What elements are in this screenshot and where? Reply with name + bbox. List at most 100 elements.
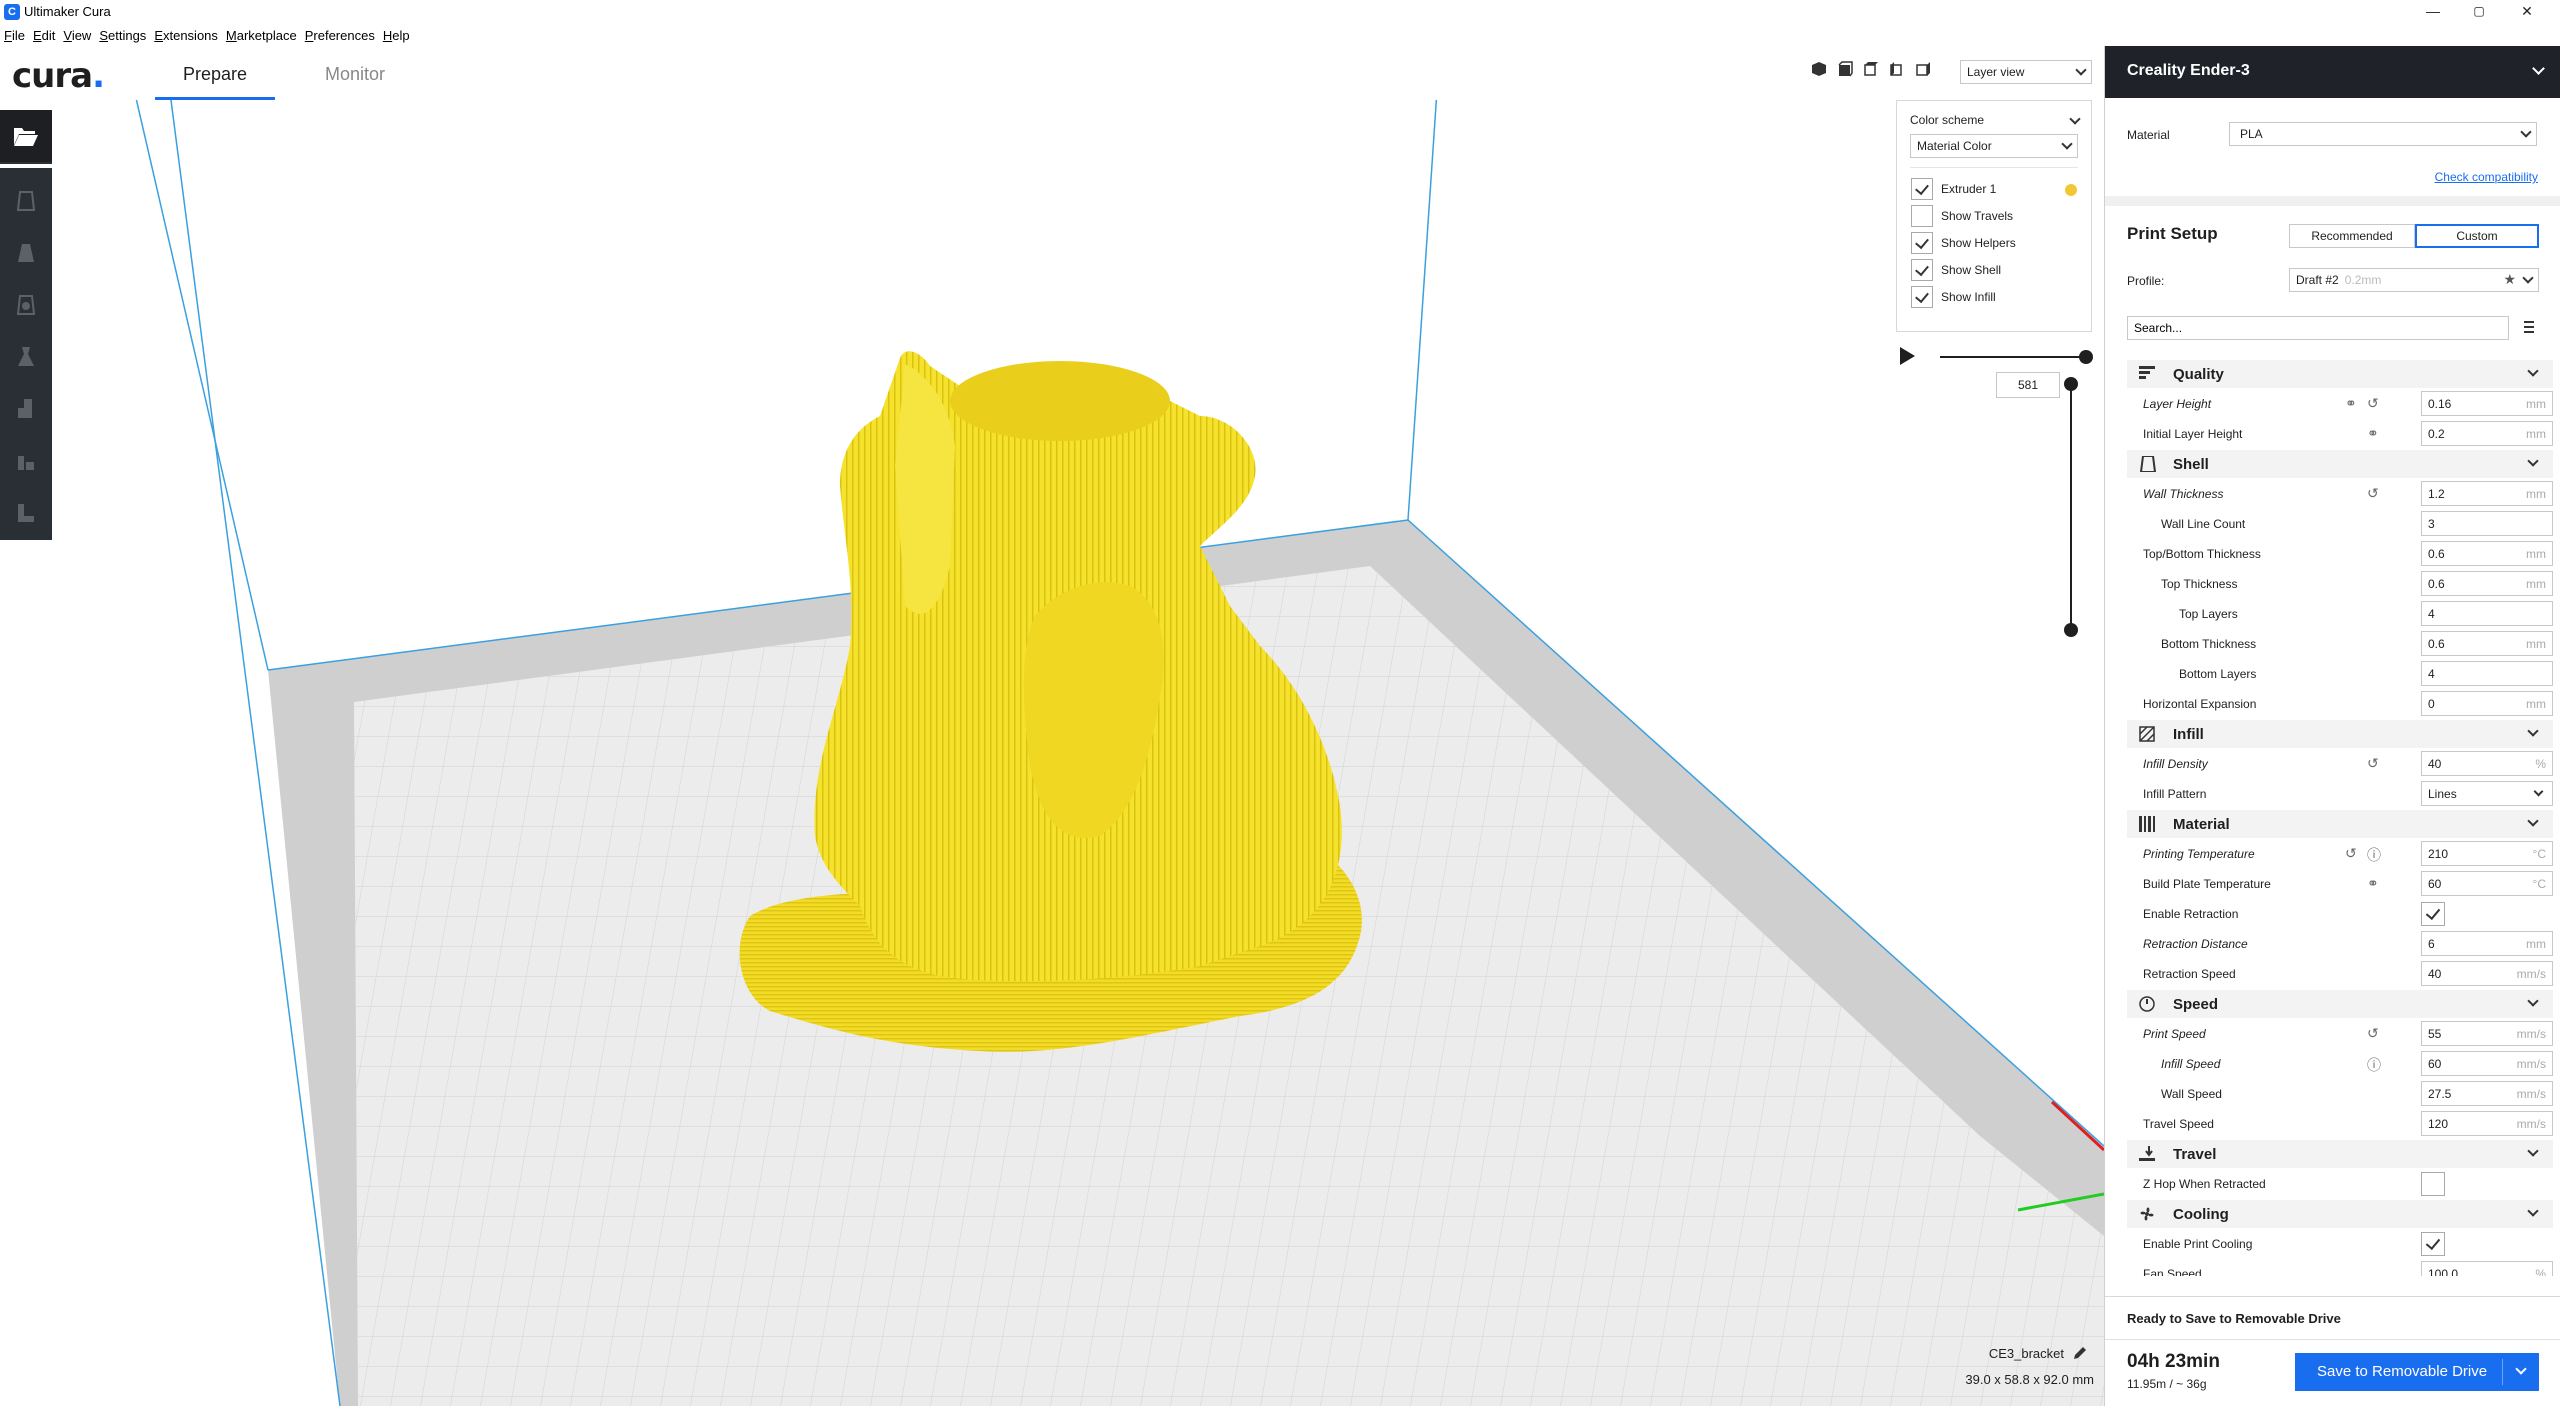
toolbar-divider (0, 164, 52, 168)
recommended-mode-button[interactable]: Recommended (2289, 224, 2415, 248)
category-travel[interactable]: Travel (2127, 1140, 2553, 1168)
mirror-tool-button[interactable] (0, 330, 52, 382)
menu-extensions[interactable]: Extensions (150, 24, 222, 47)
setting-input[interactable]: 4 (2421, 661, 2553, 686)
output-panel: Ready to Save to Removable Drive 04h 23m… (2105, 1296, 2560, 1406)
layer-number-input[interactable]: 581 (1996, 372, 2060, 398)
category-cooling[interactable]: Cooling (2127, 1200, 2553, 1228)
setting-input[interactable]: 3 (2421, 511, 2553, 536)
layer-slider-upper-handle[interactable] (2064, 377, 2078, 391)
category-speed[interactable]: Speed (2127, 990, 2553, 1018)
show-infill-toggle[interactable]: Show Infill (1911, 285, 2081, 309)
show-helpers-toggle[interactable]: Show Helpers (1911, 231, 2081, 255)
menu-preferences[interactable]: Preferences (301, 24, 379, 47)
menu-view[interactable]: View (59, 24, 95, 47)
setting-input[interactable]: 120 mm/s (2421, 1111, 2553, 1136)
rotate-tool-button[interactable] (0, 278, 52, 330)
checkbox[interactable] (1911, 286, 1933, 308)
left-view-button[interactable] (1888, 60, 1910, 82)
right-view-button[interactable] (1914, 60, 1936, 82)
setting-checkbox[interactable] (2421, 1172, 2445, 1196)
setting-checkbox[interactable] (2421, 1232, 2445, 1256)
profile-dropdown[interactable]: Draft #2 0.2mm ★ (2289, 268, 2539, 292)
menu-edit[interactable]: Edit (29, 24, 59, 47)
3d-view-button[interactable] (1810, 60, 1832, 82)
menu-settings[interactable]: Settings (95, 24, 150, 47)
reset-icon[interactable]: ↺ (2367, 755, 2379, 772)
setting-input[interactable]: 0 mm (2421, 691, 2553, 716)
front-view-button[interactable] (1836, 60, 1858, 82)
printer-selector[interactable]: Creality Ender-3 (2105, 46, 2560, 98)
top-view-button[interactable] (1862, 60, 1884, 82)
play-simulation-button[interactable] (1900, 347, 1915, 365)
check-compatibility-link[interactable]: Check compatibility (2435, 170, 2538, 184)
reset-icon[interactable]: ↺ (2367, 395, 2379, 412)
per-model-settings-button[interactable] (0, 382, 52, 434)
layer-tool-button[interactable] (0, 486, 52, 538)
setting-input[interactable]: 0.6 mm (2421, 541, 2553, 566)
show-travels-toggle[interactable]: Show Travels (1911, 204, 2081, 228)
tab-prepare[interactable]: Prepare (155, 60, 275, 100)
settings-search-input[interactable]: Search... (2127, 316, 2509, 340)
setting-input[interactable]: 0.16 mm (2421, 391, 2553, 416)
setting-input[interactable]: 1.2 mm (2421, 481, 2553, 506)
scale-tool-button[interactable] (0, 226, 52, 278)
setting-input[interactable]: 55 mm/s (2421, 1021, 2553, 1046)
view-type-dropdown[interactable]: Layer view (1960, 60, 2092, 84)
setting-input[interactable]: 60 mm/s (2421, 1051, 2553, 1076)
reset-icon[interactable]: ↺ (2367, 485, 2379, 502)
menu-marketplace[interactable]: Marketplace (222, 24, 301, 47)
setting-input[interactable]: 0.6 mm (2421, 571, 2553, 596)
collapse-chevron-icon[interactable] (2069, 113, 2081, 125)
reset-icon[interactable]: ↺ (2345, 845, 2357, 862)
edit-name-button[interactable] (2072, 1345, 2088, 1366)
custom-mode-button[interactable]: Custom (2415, 224, 2539, 248)
setting-input[interactable]: 210 °C (2421, 841, 2553, 866)
maximize-button[interactable]: ▢ (2456, 0, 2502, 24)
open-file-button[interactable] (0, 110, 52, 162)
settings-menu-icon[interactable] (2521, 321, 2537, 336)
chevron-down-icon[interactable] (2515, 1363, 2527, 1375)
move-tool-button[interactable] (0, 174, 52, 226)
checkbox[interactable] (1911, 205, 1933, 227)
category-shell[interactable]: Shell (2127, 450, 2553, 478)
layer-slider-lower-handle[interactable] (2064, 623, 2078, 637)
setting-input[interactable]: 100.0% (2421, 1261, 2553, 1276)
setting-dropdown[interactable]: Lines (2421, 781, 2553, 806)
path-slider-track[interactable] (1940, 356, 2086, 358)
print-time[interactable]: 04h 23min (2127, 1351, 2220, 1373)
close-button[interactable]: ✕ (2504, 0, 2550, 24)
layer-slider-track[interactable] (2070, 384, 2072, 630)
support-blocker-button[interactable] (0, 434, 52, 486)
setting-input[interactable]: 0.2 mm (2421, 421, 2553, 446)
save-to-removable-drive-button[interactable]: Save to Removable Drive (2295, 1353, 2539, 1391)
show-shell-toggle[interactable]: Show Shell (1911, 258, 2081, 282)
info-icon[interactable]: ⓘ (2367, 1055, 2381, 1075)
material-dropdown[interactable]: PLA (2229, 122, 2537, 146)
setting-input[interactable]: 27.5 mm/s (2421, 1081, 2553, 1106)
info-icon[interactable]: ⓘ (2367, 845, 2381, 865)
tab-monitor[interactable]: Monitor (300, 60, 410, 100)
setting-input[interactable]: 4 (2421, 601, 2553, 626)
setting-input[interactable]: 40 mm/s (2421, 961, 2553, 986)
menu-file[interactable]: File (0, 24, 29, 47)
setting-input[interactable]: 0.6 mm (2421, 631, 2553, 656)
color-scheme-dropdown[interactable]: Material Color (1910, 134, 2078, 158)
path-slider-handle[interactable] (2079, 350, 2093, 364)
checkbox[interactable] (1911, 232, 1933, 254)
category-material[interactable]: Material (2127, 810, 2553, 838)
reset-icon[interactable]: ↺ (2367, 1025, 2379, 1042)
minimize-button[interactable]: — (2410, 0, 2456, 24)
category-infill[interactable]: Infill (2127, 720, 2553, 748)
menu-help[interactable]: Help (379, 24, 414, 47)
3d-viewport[interactable] (0, 46, 2104, 1406)
setting-checkbox[interactable] (2421, 902, 2445, 926)
extruder-1-toggle[interactable]: Extruder 1 (1911, 177, 2081, 201)
category-quality[interactable]: Quality (2127, 360, 2553, 388)
checkbox[interactable] (1911, 178, 1933, 200)
setting-input[interactable]: 6 mm (2421, 931, 2553, 956)
checkbox[interactable] (1911, 259, 1933, 281)
setting-input[interactable]: 60 °C (2421, 871, 2553, 896)
setting-input[interactable]: 40% (2421, 751, 2553, 776)
star-icon[interactable]: ★ (2503, 271, 2516, 288)
